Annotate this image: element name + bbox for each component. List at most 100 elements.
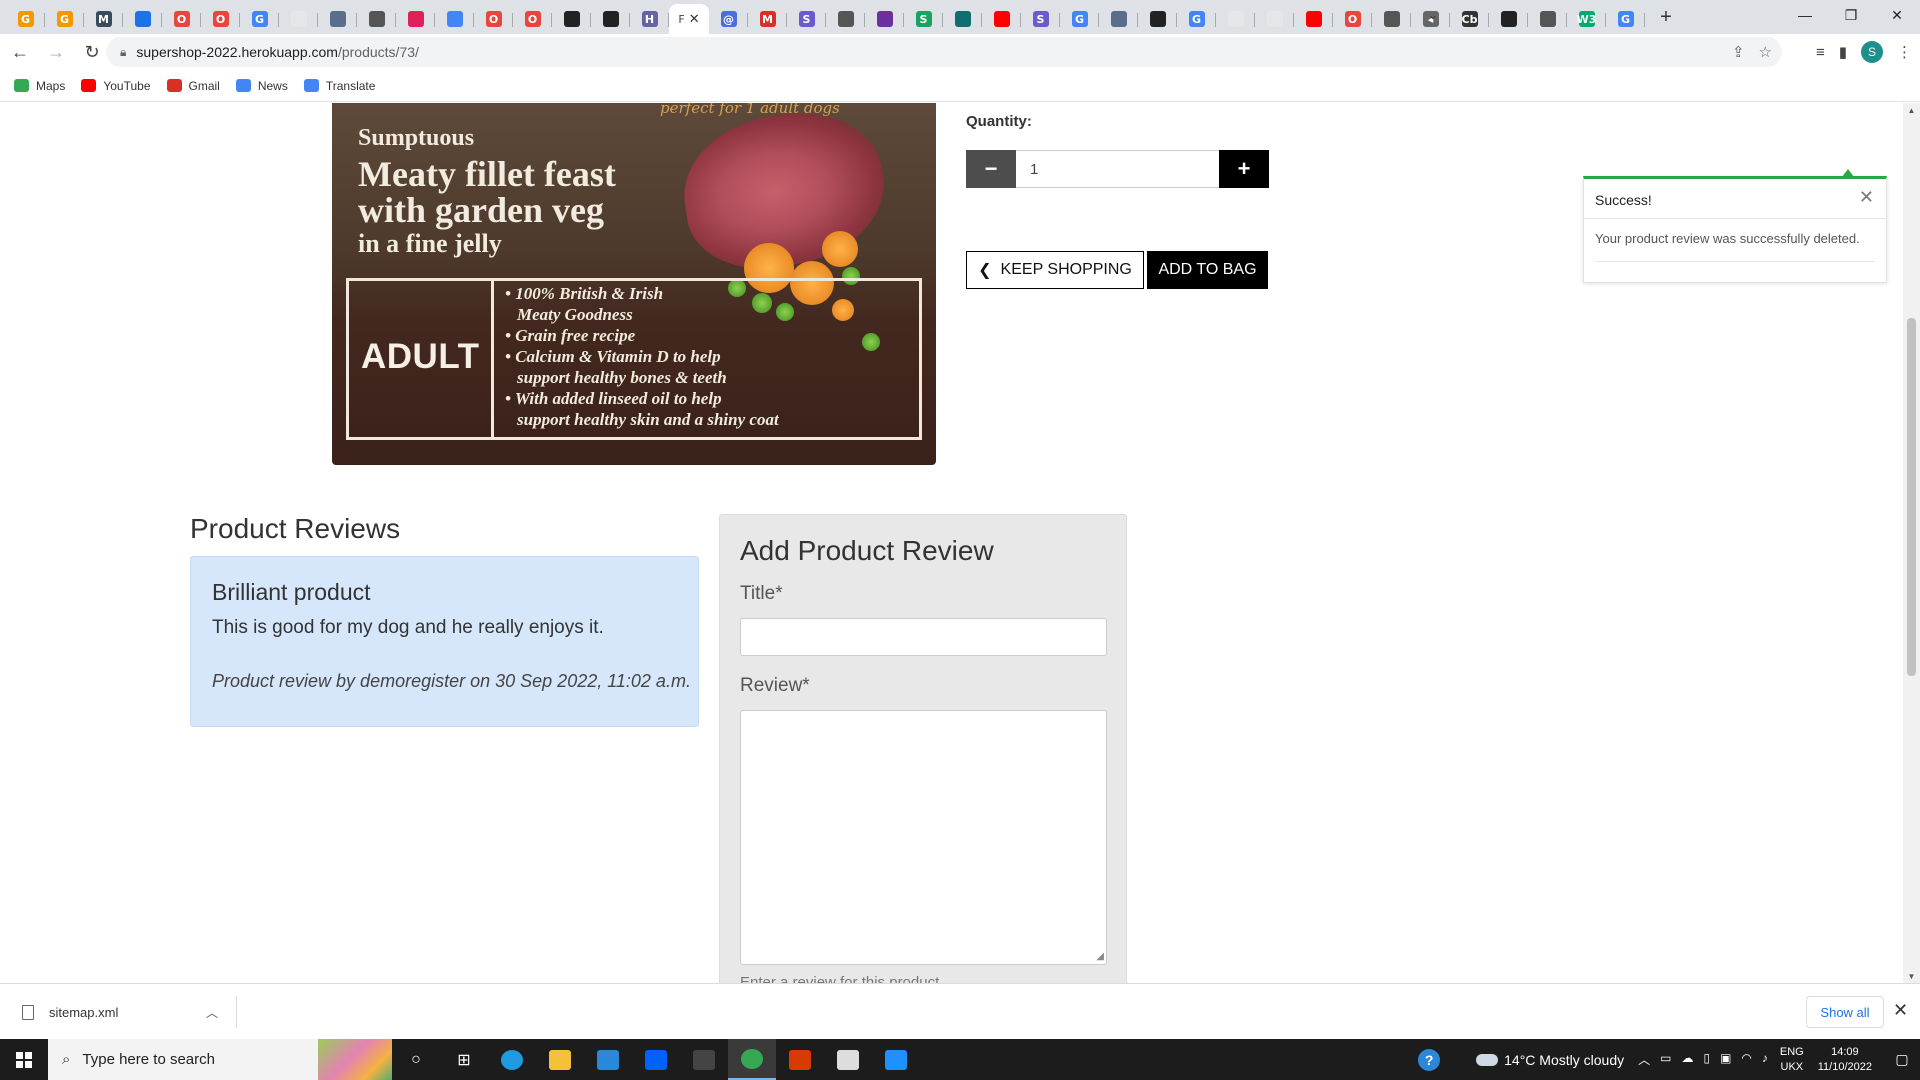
edge-icon[interactable] <box>488 1039 536 1080</box>
bookmark-gmail[interactable]: Gmail <box>166 79 220 93</box>
mail-icon[interactable] <box>584 1039 632 1080</box>
scroll-down-icon[interactable]: ▼ <box>1903 969 1920 983</box>
photos-icon[interactable] <box>872 1039 920 1080</box>
browser-tab[interactable]: G <box>1606 4 1645 34</box>
browser-tab[interactable]: Cb <box>1450 4 1489 34</box>
keep-shopping-button[interactable]: ❮ KEEP SHOPPING <box>966 251 1144 289</box>
file-explorer-icon[interactable] <box>536 1039 584 1080</box>
browser-tab[interactable]: O <box>513 4 552 34</box>
browser-tab[interactable] <box>435 4 474 34</box>
chrome-icon[interactable] <box>728 1039 776 1080</box>
browser-tab[interactable] <box>982 4 1021 34</box>
profile-avatar[interactable]: S <box>1861 41 1883 63</box>
volume-icon[interactable]: ♪ <box>1762 1051 1768 1068</box>
browser-tab[interactable]: S <box>1021 4 1060 34</box>
notifications-icon[interactable]: ▢ <box>1884 1039 1920 1080</box>
chevron-up-icon[interactable]: ︿ <box>206 1004 218 1021</box>
browser-tab[interactable]: M <box>748 4 787 34</box>
browser-tab[interactable] <box>1528 4 1567 34</box>
browser-tab[interactable] <box>396 4 435 34</box>
battery-icon[interactable]: ▯ <box>1703 1051 1710 1068</box>
browser-tab[interactable] <box>1099 4 1138 34</box>
browser-tab[interactable]: H <box>630 4 669 34</box>
device-icon[interactable]: ▭ <box>1660 1051 1671 1068</box>
browser-tab[interactable] <box>357 4 396 34</box>
browser-tab[interactable] <box>1489 4 1528 34</box>
review-title-input[interactable] <box>740 618 1107 656</box>
browser-tab[interactable] <box>1138 4 1177 34</box>
new-tab-plus-icon[interactable]: + <box>1651 2 1681 32</box>
network-icon[interactable]: ◠ <box>1741 1051 1751 1068</box>
weather-widget[interactable]: 14°C Mostly cloudy <box>1476 1052 1624 1068</box>
scrollbar-thumb[interactable] <box>1907 318 1916 676</box>
browser-tab[interactable] <box>123 4 162 34</box>
menu-kebab-icon[interactable]: ⋮ <box>1897 43 1912 61</box>
download-item[interactable]: sitemap.xml ︿ <box>22 996 237 1028</box>
language-indicator[interactable]: ENG UKX <box>1780 1045 1804 1075</box>
browser-tab[interactable] <box>591 4 630 34</box>
page-scrollbar[interactable]: ▲ ▼ <box>1903 103 1920 983</box>
browser-tab[interactable] <box>1294 4 1333 34</box>
taskbar-search[interactable]: ⌕ Type here to search <box>48 1039 392 1080</box>
close-window-icon[interactable]: ✕ <box>1874 0 1920 30</box>
browser-tab[interactable] <box>279 4 318 34</box>
share-icon[interactable]: ⇪ <box>1732 43 1745 61</box>
browser-tab[interactable]: O <box>1333 4 1372 34</box>
browser-tab[interactable]: S <box>787 4 826 34</box>
browser-tab[interactable] <box>318 4 357 34</box>
show-all-button[interactable]: Show all <box>1806 996 1884 1028</box>
browser-tab[interactable] <box>552 4 591 34</box>
browser-tab[interactable] <box>1255 4 1294 34</box>
browser-tab[interactable]: G <box>45 4 84 34</box>
tab-search-chevron-icon[interactable]: ⌄ <box>1418 0 1448 30</box>
browser-tab[interactable] <box>1216 4 1255 34</box>
browser-tab[interactable] <box>826 4 865 34</box>
add-to-bag-button[interactable]: ADD TO BAG <box>1147 251 1268 289</box>
side-panel-icon[interactable]: ▮ <box>1839 43 1847 61</box>
paint-icon[interactable] <box>824 1039 872 1080</box>
increment-button[interactable]: + <box>1219 150 1269 188</box>
browser-tab[interactable]: O <box>474 4 513 34</box>
display-icon[interactable]: ▣ <box>1720 1051 1731 1068</box>
resize-handle-icon[interactable]: ◢ <box>1096 951 1104 962</box>
minimize-icon[interactable]: — <box>1782 0 1828 30</box>
browser-tab[interactable]: G <box>1177 4 1216 34</box>
clock[interactable]: 14:09 11/10/2022 <box>1818 1045 1872 1075</box>
office-icon[interactable] <box>776 1039 824 1080</box>
browser-tab[interactable]: M <box>84 4 123 34</box>
scroll-up-icon[interactable]: ▲ <box>1903 103 1920 117</box>
browser-tab[interactable]: @ <box>709 4 748 34</box>
browser-tab[interactable]: G <box>6 4 45 34</box>
bookmark-translate[interactable]: Translate <box>303 79 375 93</box>
task-view-icon[interactable]: ○ <box>392 1039 440 1080</box>
restore-icon[interactable]: ❐ <box>1828 0 1874 30</box>
help-icon[interactable]: ? <box>1418 1048 1441 1071</box>
review-textarea[interactable]: ◢ <box>740 710 1107 965</box>
active-browser-tab[interactable]: F ✕ <box>669 4 709 34</box>
browser-tab[interactable]: O <box>201 4 240 34</box>
browser-tab[interactable]: G <box>240 4 279 34</box>
bookmark-star-icon[interactable]: ☆ <box>1759 43 1772 61</box>
bookmark-maps[interactable]: Maps <box>14 79 65 93</box>
browser-tab[interactable] <box>865 4 904 34</box>
browser-tab[interactable] <box>943 4 982 34</box>
browser-tab[interactable]: W3 <box>1567 4 1606 34</box>
bookmark-news[interactable]: News <box>235 79 288 93</box>
back-icon[interactable]: ← <box>4 36 36 68</box>
code-icon[interactable] <box>680 1039 728 1080</box>
decrement-button[interactable]: − <box>966 150 1016 188</box>
tray-chevron-icon[interactable]: ︿ <box>1638 1051 1650 1068</box>
forward-icon[interactable]: → <box>40 36 72 68</box>
browser-tab[interactable]: S <box>904 4 943 34</box>
timeline-icon[interactable]: ⊞ <box>440 1039 488 1080</box>
browser-tab[interactable] <box>1372 4 1411 34</box>
close-downloads-icon[interactable]: ✕ <box>1893 1000 1908 1021</box>
start-button[interactable] <box>0 1039 48 1080</box>
dropbox-icon[interactable] <box>632 1039 680 1080</box>
browser-tab[interactable]: O <box>162 4 201 34</box>
close-tab-icon[interactable]: ✕ <box>689 11 700 27</box>
reload-icon[interactable]: ↻ <box>76 36 108 68</box>
onedrive-icon[interactable]: ☁ <box>1681 1051 1693 1068</box>
bookmark-youtube[interactable]: YouTube <box>81 79 151 93</box>
quantity-input[interactable]: 1 <box>1016 150 1219 188</box>
